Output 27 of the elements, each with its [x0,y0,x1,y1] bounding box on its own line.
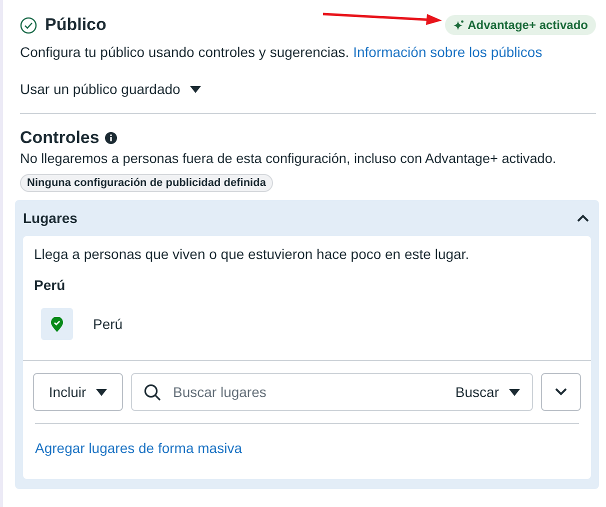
audience-info-link[interactable]: Información sobre los públicos [353,44,542,60]
settings-tag: Ninguna configuración de publicidad definida [20,174,273,192]
controls-description: No llegaremos a personas fuera de esta configuración, incluso con Advantage+ activado. [20,150,558,168]
search-icon [144,384,161,400]
caret-icon [96,388,108,396]
collapse-button[interactable] [575,212,591,224]
section-title: Público [45,15,106,35]
sparkle-icon [452,20,464,30]
bulk-add-link[interactable]: Agregar lugares de forma masiva [35,440,242,456]
caret-icon [190,86,202,92]
places-description: Llega a personas que viven o que estuvieron hace poco en este lugar. [34,245,470,263]
location-pin-icon [41,308,73,340]
chevron-icon [577,214,589,222]
saved-audience-dropdown[interactable]: Usar un público guardado [20,81,202,97]
caret-icon [509,388,520,396]
search-field[interactable]: Buscar lugares Buscar [131,373,533,411]
location-name: Perú [93,316,123,332]
chevron-icon [555,388,567,396]
controls-title: Controles [20,128,100,148]
check-circle-icon [20,16,37,34]
group-title: Perú [34,276,66,294]
search-type-dropdown[interactable]: Buscar [455,384,520,400]
info-icon[interactable] [105,132,118,144]
intro-text: Configura tu público usando controles y sugerencias. Información sobre los públicos [20,43,544,61]
places-title: Lugares [23,210,78,226]
badge-text: Advantage+ activado [468,18,588,32]
include-dropdown[interactable]: Incluir [33,373,123,411]
